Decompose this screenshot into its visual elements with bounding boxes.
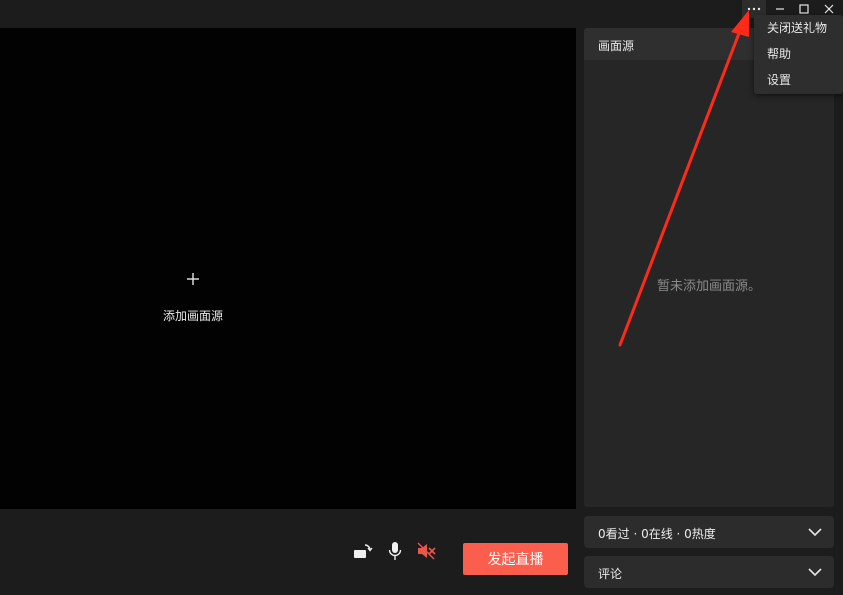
live-preview-area[interactable]: 添加画面源 (0, 28, 576, 509)
chevron-down-icon (808, 528, 822, 537)
more-horizontal-icon (747, 7, 761, 11)
stats-label: 0看过 · 0在线 · 0热度 (598, 527, 716, 541)
add-source-label: 添加画面源 (162, 309, 223, 323)
menu-item-disable-gifts[interactable]: 关闭送礼物 (767, 21, 827, 35)
add-source-button[interactable]: 添加画面源 (150, 272, 236, 324)
rotate-screen-button[interactable] (353, 541, 373, 561)
sources-empty-text: 暂未添加画面源。 (657, 279, 762, 294)
more-options-menu: 关闭送礼物 帮助 设置 (754, 15, 843, 94)
comments-label: 评论 (598, 567, 623, 581)
microphone-icon (388, 542, 402, 560)
comments-dropdown[interactable]: 评论 (584, 556, 834, 588)
sources-panel-title: 画面源 (598, 39, 635, 53)
menu-item-help[interactable]: 帮助 (767, 47, 791, 61)
chevron-down-icon (808, 568, 822, 577)
close-icon (824, 4, 834, 14)
screen-rotate-icon (354, 544, 373, 558)
minimize-icon (776, 8, 784, 10)
start-live-button[interactable]: 发起直播 (463, 543, 568, 575)
maximize-icon (799, 4, 809, 14)
speaker-button[interactable] (416, 541, 436, 561)
title-bar (0, 0, 843, 28)
menu-item-settings[interactable]: 设置 (767, 73, 791, 87)
plus-icon (187, 273, 199, 285)
speaker-muted-icon (417, 542, 436, 560)
microphone-button[interactable] (385, 541, 405, 561)
sources-panel: 画面源 暂未添加画面源。 (584, 28, 834, 507)
stats-dropdown[interactable]: 0看过 · 0在线 · 0热度 (584, 516, 834, 548)
